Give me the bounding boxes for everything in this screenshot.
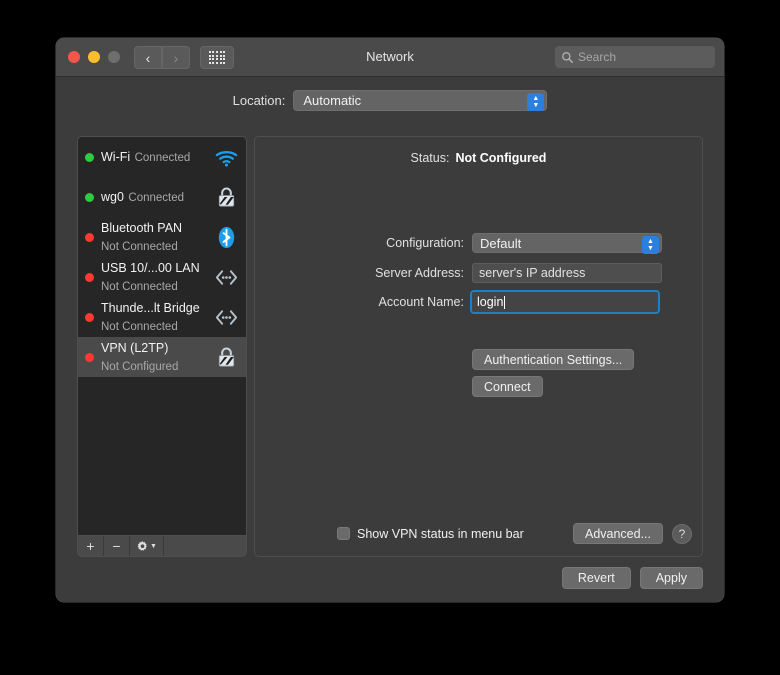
location-value: Automatic	[303, 93, 362, 108]
location-row: Location: Automatic ▲ ▼	[56, 90, 724, 111]
revert-button[interactable]: Revert	[561, 567, 631, 589]
status-value: Not Configured	[455, 151, 547, 165]
location-dropdown[interactable]: Automatic ▲ ▼	[293, 90, 548, 111]
search-icon	[562, 51, 574, 63]
status-row: Status: Not Configured	[255, 151, 702, 165]
ethernet-icon	[215, 309, 238, 325]
show-vpn-status-checkbox-wrap[interactable]: Show VPN status in menu bar	[337, 527, 524, 541]
service-state: Connected	[134, 152, 191, 164]
status-dot	[85, 152, 94, 162]
server-address-row: Server Address: server's IP address	[255, 263, 702, 283]
account-name-input[interactable]: login	[470, 290, 660, 314]
sidebar-item-usb-lan[interactable]: USB 10/...00 LAN Not Connected	[78, 257, 246, 297]
status-dot	[85, 272, 94, 282]
service-name: Bluetooth PAN	[101, 221, 183, 235]
server-address-label: Server Address:	[375, 266, 464, 280]
chevron-down-icon: ▼	[150, 542, 157, 550]
footer-buttons: Revert Apply	[561, 567, 703, 589]
configuration-label: Configuration:	[386, 236, 464, 250]
ethernet-icon	[215, 269, 238, 285]
configuration-value: Default	[480, 235, 522, 251]
bluetooth-icon	[218, 226, 235, 248]
show-vpn-status-checkbox[interactable]	[337, 527, 350, 540]
services-toolbar: + − ▼	[77, 536, 247, 557]
add-service-button[interactable]: +	[78, 536, 104, 556]
advanced-button[interactable]: Advanced...	[572, 523, 663, 544]
service-state: Not Connected	[101, 321, 178, 333]
service-name: Thunde...lt Bridge	[101, 301, 200, 315]
location-label: Location:	[232, 93, 286, 108]
service-actions-button[interactable]: ▼	[130, 536, 164, 556]
status-dot	[85, 312, 94, 322]
connect-button[interactable]: Connect	[472, 376, 543, 397]
account-name-row: Account Name: login	[255, 290, 702, 314]
sidebar-item-wg0[interactable]: wg0 Connected	[78, 177, 246, 217]
service-state: Not Connected	[101, 241, 178, 253]
text-caret	[504, 295, 506, 309]
toolbar-filler	[164, 536, 246, 556]
status-dot	[85, 192, 94, 202]
sidebar-item-thunderbolt-bridge[interactable]: Thunde...lt Bridge Not Connected	[78, 297, 246, 337]
sidebar-item-bluetooth-pan[interactable]: Bluetooth PAN Not Connected	[78, 217, 246, 257]
search-field[interactable]	[555, 46, 715, 68]
service-state: Not Connected	[101, 281, 178, 293]
account-name-label: Account Name:	[378, 295, 464, 309]
network-services-list[interactable]: Wi-Fi Connected wg0 Connected Bluetooth …	[77, 136, 247, 536]
help-button[interactable]: ?	[672, 523, 692, 544]
configuration-dropdown[interactable]: Default ▲ ▼	[472, 233, 662, 254]
sidebar-item-vpn-l2tp[interactable]: VPN (L2TP) Not Configured	[78, 337, 246, 377]
search-input[interactable]	[578, 50, 709, 64]
chevron-updown-icon: ▲ ▼	[527, 92, 545, 111]
wifi-icon	[215, 150, 238, 167]
chevron-updown-icon: ▲ ▼	[642, 235, 659, 254]
lock-icon	[218, 187, 235, 207]
show-vpn-status-label: Show VPN status in menu bar	[357, 526, 524, 541]
network-preferences-window: ‹ › Network Location: Automatic ▲	[56, 38, 724, 602]
vpn-detail-panel: Status: Not Configured Configuration: De…	[254, 136, 703, 557]
sidebar-item-wifi[interactable]: Wi-Fi Connected	[78, 137, 246, 177]
lock-icon	[218, 347, 235, 367]
remove-service-button[interactable]: −	[104, 536, 130, 556]
status-label: Status:	[410, 151, 450, 165]
service-name: USB 10/...00 LAN	[101, 261, 200, 275]
account-name-value: login	[477, 295, 504, 309]
service-state: Connected	[128, 192, 185, 204]
authentication-settings-button[interactable]: Authentication Settings...	[472, 349, 635, 370]
service-name: Wi-Fi	[101, 150, 131, 164]
service-state: Not Configured	[101, 361, 179, 373]
configuration-row: Configuration: Default ▲ ▼	[255, 233, 702, 254]
gear-icon	[137, 540, 147, 551]
panel-bottom-row: Show VPN status in menu bar Advanced... …	[255, 523, 702, 544]
service-name: VPN (L2TP)	[101, 341, 169, 355]
apply-button[interactable]: Apply	[639, 567, 703, 589]
status-dot	[85, 232, 94, 242]
window-titlebar: ‹ › Network	[56, 38, 724, 77]
server-address-input[interactable]: server's IP address	[472, 263, 662, 283]
status-dot	[85, 352, 94, 362]
service-name: wg0	[101, 190, 124, 204]
